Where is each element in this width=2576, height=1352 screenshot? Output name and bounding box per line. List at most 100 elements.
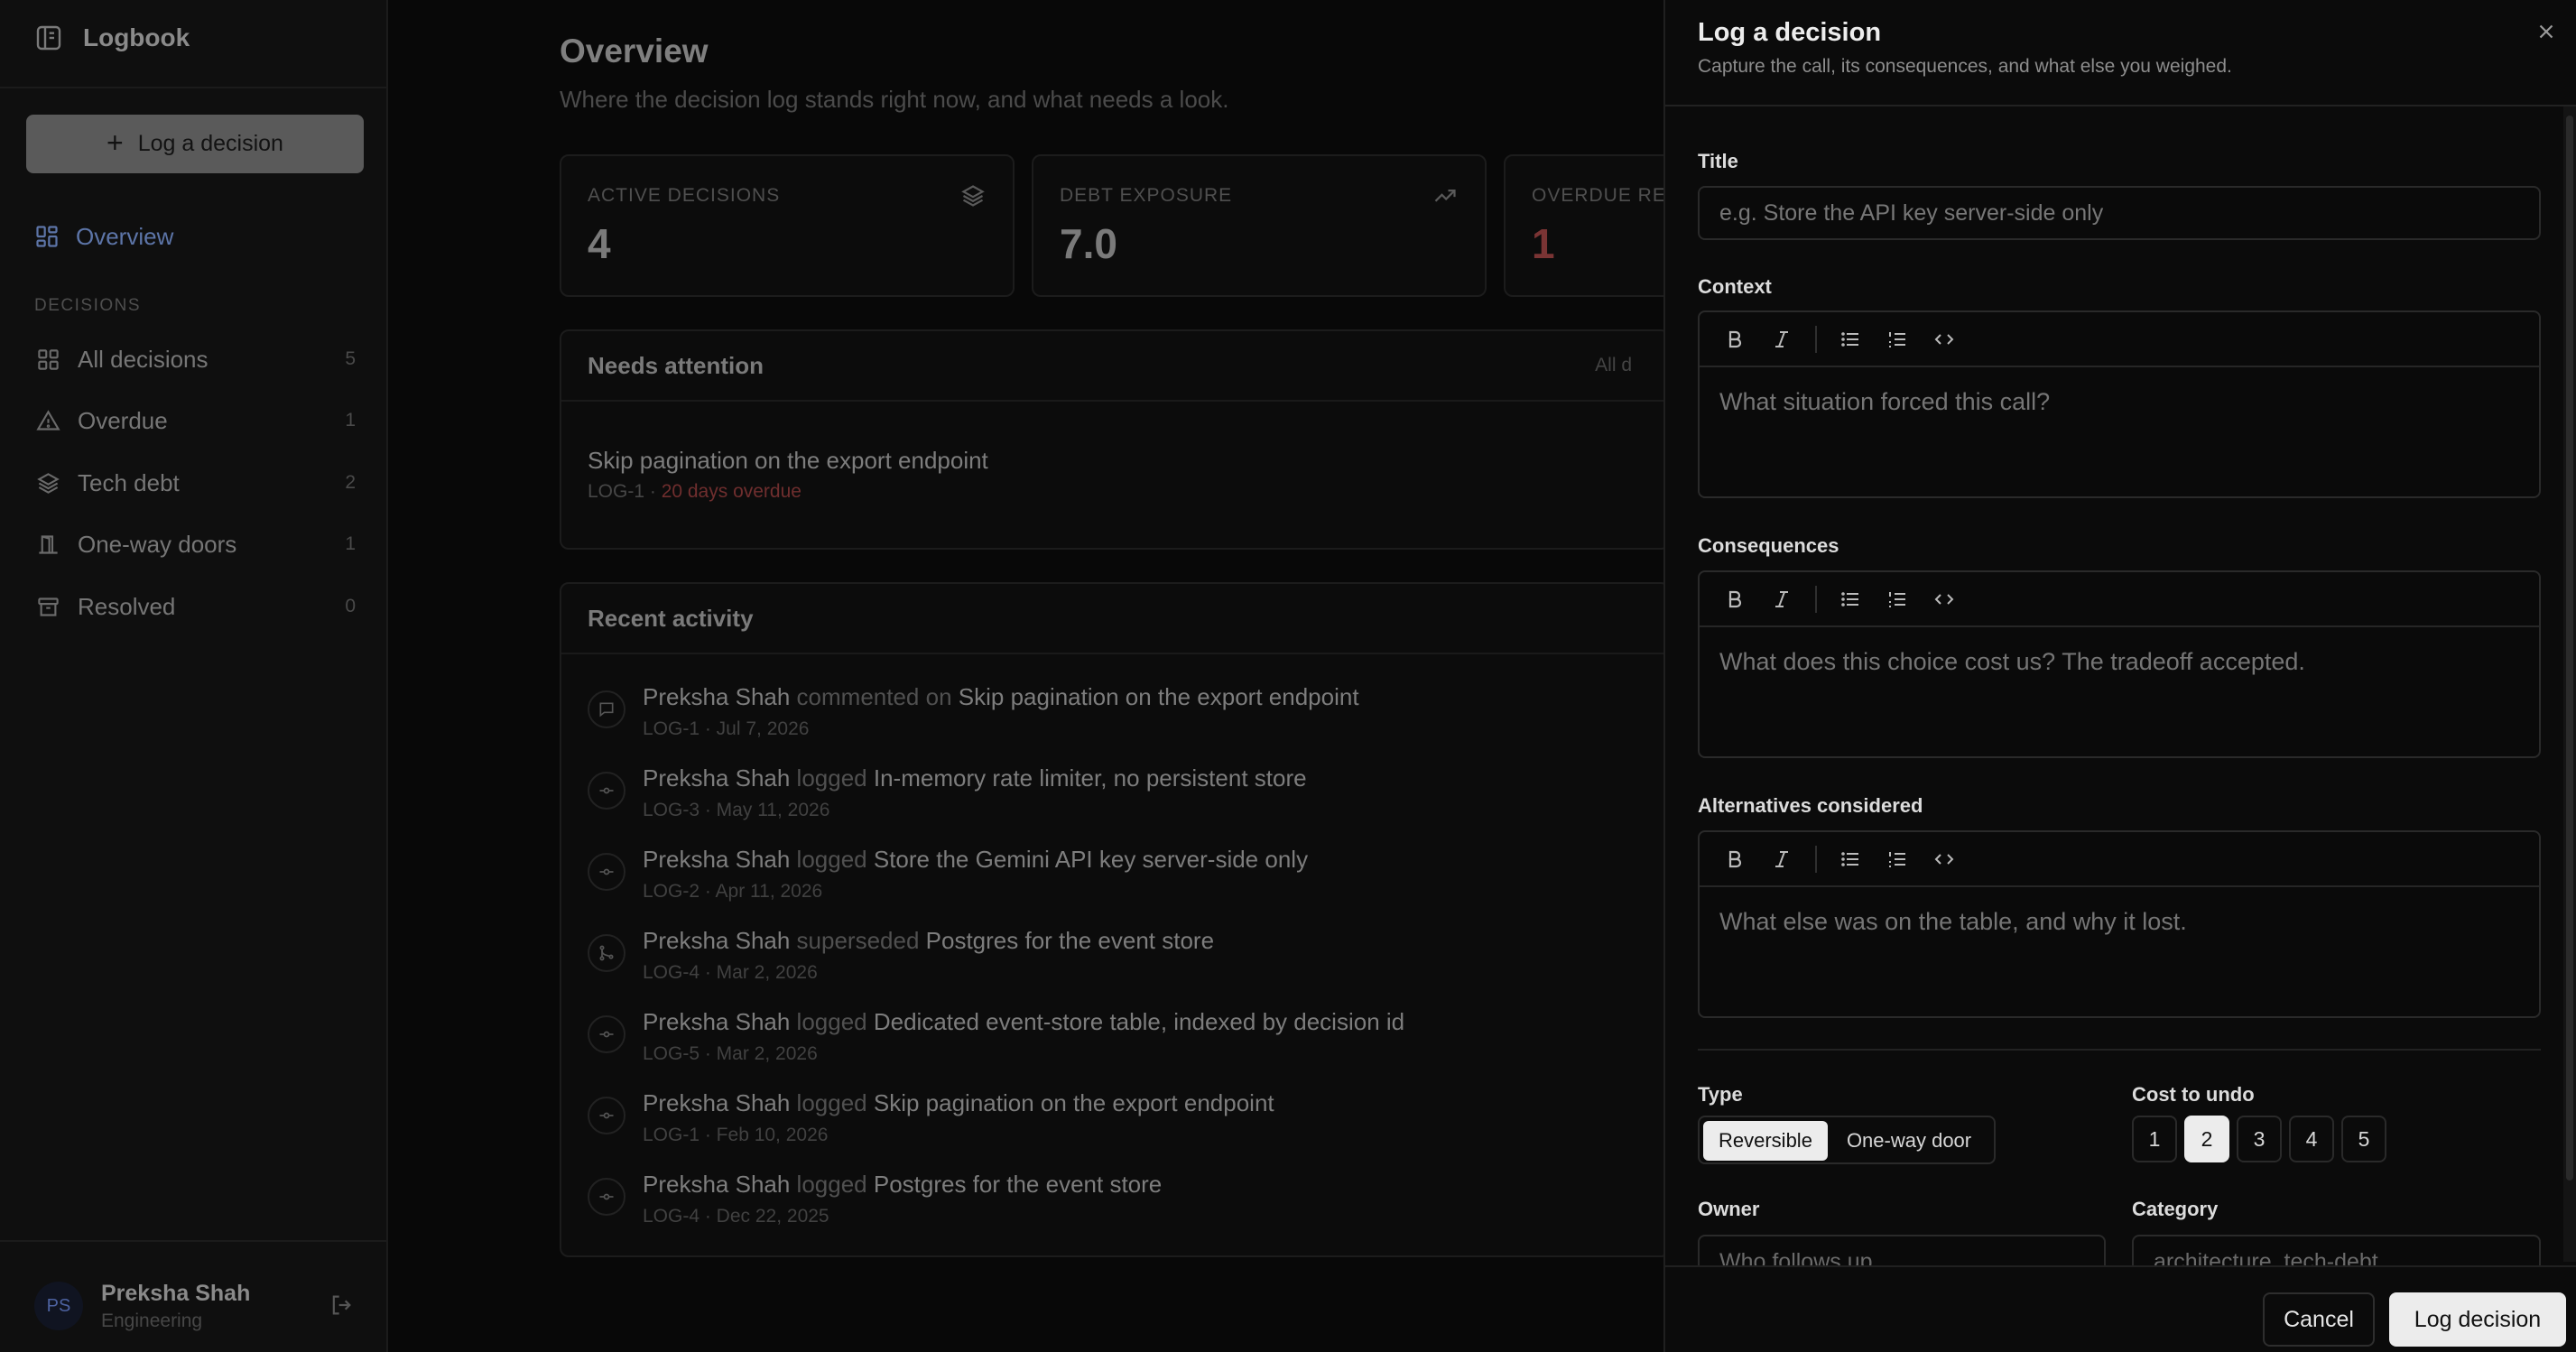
submit-log-decision-button[interactable]: Log decision [2389,1292,2566,1347]
bullet-list-icon[interactable] [1837,326,1864,353]
drawer-subtitle: Capture the call, its consequences, and … [1698,56,2232,77]
italic-icon[interactable] [1768,846,1795,873]
log-decision-button[interactable]: + Log a decision [26,115,364,173]
drawer-scrollbar[interactable] [2563,106,2576,1262]
sidebar-item-all-decisions[interactable]: All decisions 5 [34,339,356,379]
activity-actor: Preksha Shah [643,1089,791,1116]
card-title: Needs attention All d [561,331,1668,402]
list-item[interactable]: Preksha Shah logged Postgres for the eve… [588,1171,1653,1243]
card-title: Recent activity [561,584,1668,654]
activity-target: Store the Gemini API key server-side onl… [873,846,1309,873]
section-label: DECISIONS [34,296,142,315]
archive-icon [34,593,61,620]
activity-target: Postgres for the event store [925,927,1215,954]
sidebar-item-overview[interactable]: Overview [34,218,173,255]
app-root: Logbook + Log a decision Overview DECISI… [0,0,2576,1352]
sidebar-item-tech-debt[interactable]: Tech debt 2 [34,463,356,503]
logout-icon[interactable] [329,1292,356,1320]
activity-verb: superseded [790,927,926,954]
close-icon[interactable] [2534,20,2562,47]
activity-verb: logged [790,846,874,873]
sidebar-item-overdue[interactable]: Overdue 1 [34,401,356,440]
cost-option-4[interactable]: 4 [2289,1116,2334,1162]
title-label: Title [1698,150,1738,172]
card-title-text: Recent activity [588,604,754,632]
bullet-list-icon[interactable] [1837,846,1864,873]
branch-icon [588,934,625,972]
sidebar-item-count: 0 [345,596,356,616]
bold-icon[interactable] [1721,586,1748,613]
activity-target: Postgres for the event store [873,1171,1163,1198]
commit-icon [588,1097,625,1134]
activity-target: Skip pagination on the export endpoint [958,683,1359,710]
commit-icon [588,853,625,891]
numbered-list-icon[interactable] [1884,326,1911,353]
bullet-list-icon[interactable] [1837,586,1864,613]
numbered-list-icon[interactable] [1884,586,1911,613]
activity-verb: logged [790,1008,874,1035]
code-icon[interactable] [1931,846,1958,873]
sidebar: Logbook + Log a decision Overview DECISI… [0,0,388,1352]
type-option-reversible[interactable]: Reversible [1703,1121,1828,1161]
alternatives-editor[interactable]: What else was on the table, and why it l… [1698,830,2541,1018]
commit-icon [588,772,625,810]
cancel-button[interactable]: Cancel [2263,1292,2375,1347]
activity-target: In-memory rate limiter, no persistent st… [873,764,1307,792]
scrollbar-thumb[interactable] [2566,116,2573,1181]
sidebar-item-one-way-doors[interactable]: One-way doors 1 [34,524,356,564]
cost-option-3[interactable]: 3 [2237,1116,2282,1162]
type-option-one-way-door[interactable]: One-way door [1831,1121,1987,1161]
toolbar-divider [1815,845,1817,873]
user-team: Engineering [101,1310,203,1331]
sidebar-item-resolved[interactable]: Resolved 0 [34,587,356,626]
cost-option-5[interactable]: 5 [2341,1116,2386,1162]
activity-actor: Preksha Shah [643,1008,791,1035]
activity-meta: LOG-3 · May 11, 2026 [643,800,830,820]
view-all-link[interactable]: All d [1595,355,1632,376]
sidebar-toggle-icon[interactable] [34,23,63,52]
comment-icon [588,690,625,728]
code-icon[interactable] [1931,586,1958,613]
list-item[interactable]: Preksha Shah logged Store the Gemini API… [588,846,1653,918]
list-item[interactable]: Preksha Shah superseded Postgres for the… [588,927,1653,999]
context-editor[interactable]: What situation forced this call? [1698,310,2541,498]
list-item[interactable]: Preksha Shah logged Skip pagination on t… [588,1089,1653,1162]
cost-selector: 1 2 3 4 5 [2132,1116,2386,1162]
sidebar-item-label: Overview [76,222,174,250]
toolbar-divider [1815,325,1817,353]
activity-actor: Preksha Shah [643,1171,791,1198]
activity-meta: LOG-4 · Dec 22, 2025 [643,1206,829,1227]
sidebar-item-label: Resolved [78,592,176,620]
list-item[interactable]: Preksha Shah logged Dedicated event-stor… [588,1008,1653,1080]
code-icon[interactable] [1931,326,1958,353]
numbered-list-icon[interactable] [1884,846,1911,873]
drawer-footer: Cancel Log decision [1665,1265,2576,1352]
attention-item-title[interactable]: Skip pagination on the export endpoint [588,447,988,475]
list-item[interactable]: Preksha Shah logged In-memory rate limit… [588,764,1653,837]
activity-actor: Preksha Shah [643,683,791,710]
dashboard-icon [34,224,60,249]
cost-option-2[interactable]: 2 [2184,1116,2229,1162]
bold-icon[interactable] [1721,846,1748,873]
consequences-editor[interactable]: What does this choice cost us? The trade… [1698,570,2541,758]
italic-icon[interactable] [1768,326,1795,353]
title-input[interactable] [1698,186,2541,240]
bold-icon[interactable] [1721,326,1748,353]
activity-meta: LOG-1 · Jul 7, 2026 [643,718,810,739]
sidebar-item-label: Tech debt [78,468,180,496]
list-item[interactable]: Preksha Shah commented on Skip paginatio… [588,683,1653,755]
user-profile[interactable]: PS Preksha Shah Engineering [34,1274,356,1338]
activity-actor: Preksha Shah [643,846,791,873]
divider [1698,1049,2541,1051]
brand: Logbook [34,20,190,56]
stat-card-active-decisions: ACTIVE DECISIONS 4 [560,154,1015,297]
divider [0,1240,386,1242]
activity-meta: LOG-2 · Apr 11, 2026 [643,881,823,902]
attention-item-id: LOG-1 · [588,481,662,502]
cost-option-1[interactable]: 1 [2132,1116,2177,1162]
activity-verb: commented on [790,683,959,710]
activity-meta: LOG-5 · Mar 2, 2026 [643,1043,818,1064]
italic-icon[interactable] [1768,586,1795,613]
activity-target: Dedicated event-store table, indexed by … [873,1008,1405,1035]
activity-actor: Preksha Shah [643,764,791,792]
